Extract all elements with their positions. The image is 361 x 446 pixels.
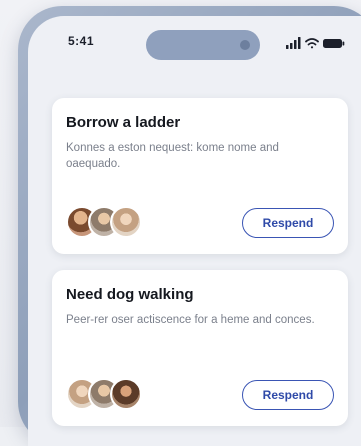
request-card: Borrow a ladder Konnes a eston nequest: …: [52, 98, 348, 254]
battery-icon: [323, 39, 345, 48]
avatar: [110, 206, 142, 238]
volunteer-avatars: [66, 206, 176, 240]
respond-button[interactable]: Respend: [242, 380, 334, 410]
dynamic-island: [146, 30, 260, 60]
wifi-icon: [305, 38, 319, 49]
request-card: Need dog walking Peer-rer oser actiscenc…: [52, 270, 348, 426]
request-title: Borrow a ladder: [66, 114, 181, 131]
request-description: Peer-rer oser actiscence for a heme and …: [66, 314, 315, 326]
respond-button[interactable]: Respend: [242, 208, 334, 238]
request-title: Need dog walking: [66, 286, 194, 303]
volunteer-avatars: [66, 378, 176, 412]
camera-lens-icon: [240, 40, 250, 50]
avatar: [110, 378, 142, 410]
request-description: Konnes a eston nequest: kome nome and oa…: [66, 142, 279, 170]
signal-icon: [286, 37, 301, 49]
status-bar: 5:41: [28, 16, 361, 68]
phone-screen: 5:41 Borrow a ladder Konnes a eston nequ…: [28, 16, 361, 446]
status-time: 5:41: [68, 34, 95, 48]
phone-frame: 5:41 Borrow a ladder Konnes a eston nequ…: [18, 6, 361, 446]
status-icons: [286, 36, 346, 49]
